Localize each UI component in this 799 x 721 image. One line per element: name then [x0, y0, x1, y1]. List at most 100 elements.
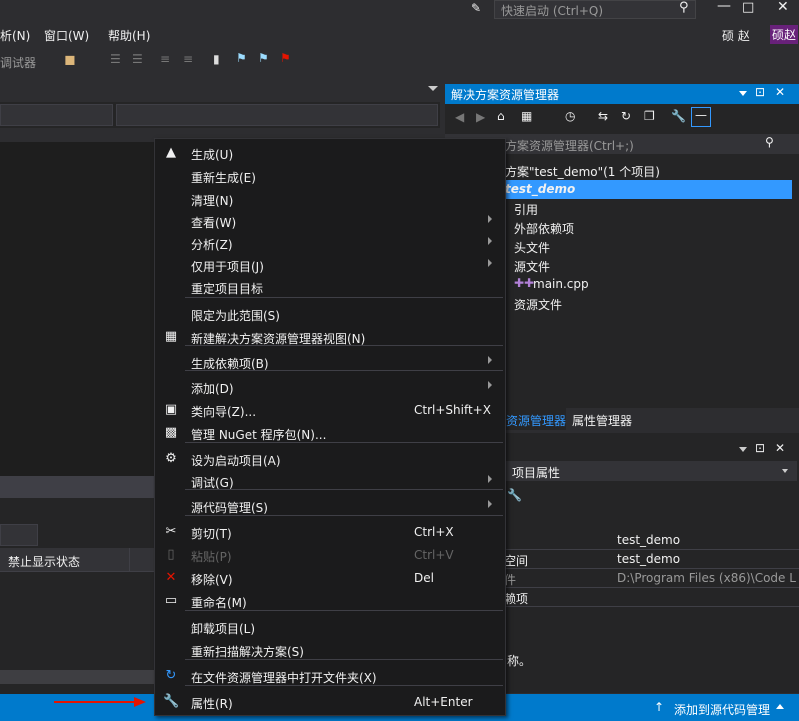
context-menu-item[interactable]: 生成依赖项(B): [155, 351, 505, 373]
context-menu-item-label: 清理(N): [191, 194, 234, 208]
tree-external-deps[interactable]: 外部依赖项: [514, 220, 574, 237]
output-filter-dropdown[interactable]: [0, 524, 38, 546]
bookmark-clear-icon[interactable]: ⚑: [280, 51, 291, 65]
tree-main-cpp[interactable]: main.cpp: [533, 277, 589, 291]
search-icon[interactable]: ⚲: [765, 135, 774, 149]
maximize-button[interactable]: □: [742, 0, 754, 15]
context-menu-item[interactable]: 分析(Z): [155, 232, 505, 254]
up-arrow-icon: ↑: [654, 700, 665, 714]
forward-icon[interactable]: ▶: [476, 110, 485, 124]
scope-dropdown[interactable]: [0, 104, 113, 126]
pane-dropdown-icon[interactable]: [739, 447, 747, 452]
preview-icon[interactable]: —: [691, 107, 711, 127]
context-menu-item[interactable]: 限定为此范围(S): [155, 303, 505, 325]
context-menu-item[interactable]: 卸载项目(L): [155, 616, 505, 638]
wrench-icon: 🔧: [163, 694, 180, 709]
toolbar: 调试器 ◼ ☰ ☰ ≡ ≡ ▮ ⚑ ⚑ ⚑: [0, 47, 799, 77]
refresh-icon[interactable]: ↻: [621, 109, 631, 123]
attach-icon[interactable]: ◼: [64, 52, 76, 68]
outdent-icon: ≡: [183, 52, 194, 66]
context-menu-item-label: 源代码管理(S): [191, 501, 268, 515]
wrench-icon[interactable]: 🔧: [671, 109, 686, 123]
context-menu-item[interactable]: 源代码管理(S): [155, 495, 505, 517]
search-icon[interactable]: ⚲: [679, 0, 689, 15]
context-menu-item[interactable]: 重新生成(E): [155, 165, 505, 187]
refresh-icon: ↻: [165, 668, 177, 683]
member-dropdown[interactable]: [116, 104, 438, 126]
tree-header-files[interactable]: 头文件: [514, 239, 550, 256]
context-menu-item[interactable]: 重定项目目标: [155, 276, 505, 298]
menu-item-analyze[interactable]: 析(N): [0, 27, 30, 44]
history-icon[interactable]: ◷: [565, 109, 575, 123]
close-pane-icon[interactable]: ✕: [775, 441, 785, 455]
context-menu-item[interactable]: 添加(D): [155, 376, 505, 398]
pin-icon[interactable]: ⊡: [755, 85, 765, 99]
collapse-icon[interactable]: ❐: [644, 109, 655, 123]
back-icon[interactable]: ◀: [455, 110, 464, 124]
tree-solution[interactable]: 方案"test_demo"(1 个项目): [505, 163, 660, 180]
tab-property-manager[interactable]: 属性管理器: [566, 408, 639, 430]
tab-solution-explorer[interactable]: 资源管理器: [500, 408, 573, 430]
close-pane-icon[interactable]: ✕: [775, 85, 785, 99]
context-menu-item[interactable]: 🔧 属性(R) Alt+Enter: [155, 691, 505, 713]
prop-row: 赖项: [500, 588, 799, 607]
context-menu-item-label: 仅用于项目(J): [191, 260, 264, 274]
context-menu-item[interactable]: 调试(G): [155, 470, 505, 492]
context-menu-item[interactable]: ↻ 在文件资源管理器中打开文件夹(X): [155, 665, 505, 687]
pin-icon[interactable]: ⊡: [755, 441, 765, 455]
sync-icon[interactable]: ⇆: [598, 109, 608, 123]
quick-launch-input[interactable]: 快速启动 (Ctrl+Q): [494, 0, 696, 19]
pane-dropdown-icon[interactable]: [739, 91, 747, 96]
context-menu-item[interactable]: ▦ 新建解决方案资源管理器视图(N): [155, 326, 505, 348]
context-menu-item[interactable]: 重新扫描解决方案(S): [155, 639, 505, 661]
tree-resource-files[interactable]: 资源文件: [514, 296, 562, 313]
close-button[interactable]: ✕: [777, 0, 789, 15]
user-badge[interactable]: 硕赵: [770, 25, 799, 44]
bookmark-icon[interactable]: ▮: [213, 52, 220, 66]
context-menu-item[interactable]: ✂ 剪切(T) Ctrl+X: [155, 521, 505, 543]
context-menu-item-label: 重新生成(E): [191, 171, 256, 185]
submenu-arrow-icon: [488, 215, 492, 223]
context-menu-item-label: 生成依赖项(B): [191, 357, 269, 371]
context-menu-item[interactable]: ▲ 生成(U): [155, 142, 505, 164]
property-pages-icon[interactable]: 🔧: [507, 488, 522, 502]
chevron-up-icon[interactable]: [776, 704, 784, 709]
object-selector[interactable]: 项目属性: [500, 461, 797, 481]
paste-icon: ▯: [167, 547, 175, 562]
pane-menu-icon[interactable]: [428, 86, 438, 91]
bookmark-prev-icon[interactable]: ⚑: [236, 51, 247, 65]
context-menu-item[interactable]: ▩ 管理 NuGet 程序包(N)...: [155, 422, 505, 444]
context-menu-item-label: 重命名(M): [191, 596, 247, 610]
context-menu-item[interactable]: ▭ 重命名(M): [155, 590, 505, 612]
tree-source-files[interactable]: 源文件: [514, 258, 550, 275]
submenu-arrow-icon: [488, 237, 492, 245]
col-header-suppression[interactable]: 禁止显示状态: [8, 553, 80, 570]
title-bar: 快速启动 (Ctrl+Q) ⚲ — □ ✕ ✎: [0, 0, 799, 22]
add-to-source-control[interactable]: 添加到源代码管理: [674, 701, 770, 718]
context-menu-shortcut: Alt+Enter: [414, 695, 473, 709]
context-menu-item[interactable]: 查看(W): [155, 210, 505, 232]
switch-view-icon[interactable]: ▦: [521, 109, 532, 123]
context-menu-item[interactable]: ▣ 类向导(Z)... Ctrl+Shift+X: [155, 399, 505, 421]
context-menu-item[interactable]: 仅用于项目(J): [155, 254, 505, 276]
context-menu-item[interactable]: 清理(N): [155, 188, 505, 210]
feedback-icon[interactable]: ✎: [471, 1, 481, 15]
context-menu-item-label: 调试(G): [191, 476, 234, 490]
menu-item-help[interactable]: 帮助(H): [108, 27, 150, 44]
solution-explorer-title: 解决方案资源管理器 ⊡ ✕: [445, 84, 799, 104]
context-menu-item-label: 移除(V): [191, 573, 233, 587]
bookmark-next-icon[interactable]: ⚑: [258, 51, 269, 65]
menu-item-window[interactable]: 窗口(W): [44, 27, 89, 44]
submenu-arrow-icon: [488, 475, 492, 483]
tree-references[interactable]: 引用: [514, 201, 538, 218]
context-menu-item[interactable]: ✕ 移除(V) Del: [155, 567, 505, 589]
minimize-button[interactable]: —: [717, 0, 731, 14]
home-icon[interactable]: ⌂: [497, 109, 505, 123]
context-menu-item-label: 管理 NuGet 程序包(N)...: [191, 428, 327, 442]
user-name[interactable]: 硕 赵: [722, 27, 750, 44]
gear-icon: ⚙: [165, 451, 177, 466]
submenu-arrow-icon: [488, 381, 492, 389]
debugger-dropdown[interactable]: 调试器: [0, 54, 36, 71]
context-menu-item-label: 重定项目目标: [191, 282, 264, 296]
context-menu-item[interactable]: ⚙ 设为启动项目(A): [155, 448, 505, 470]
